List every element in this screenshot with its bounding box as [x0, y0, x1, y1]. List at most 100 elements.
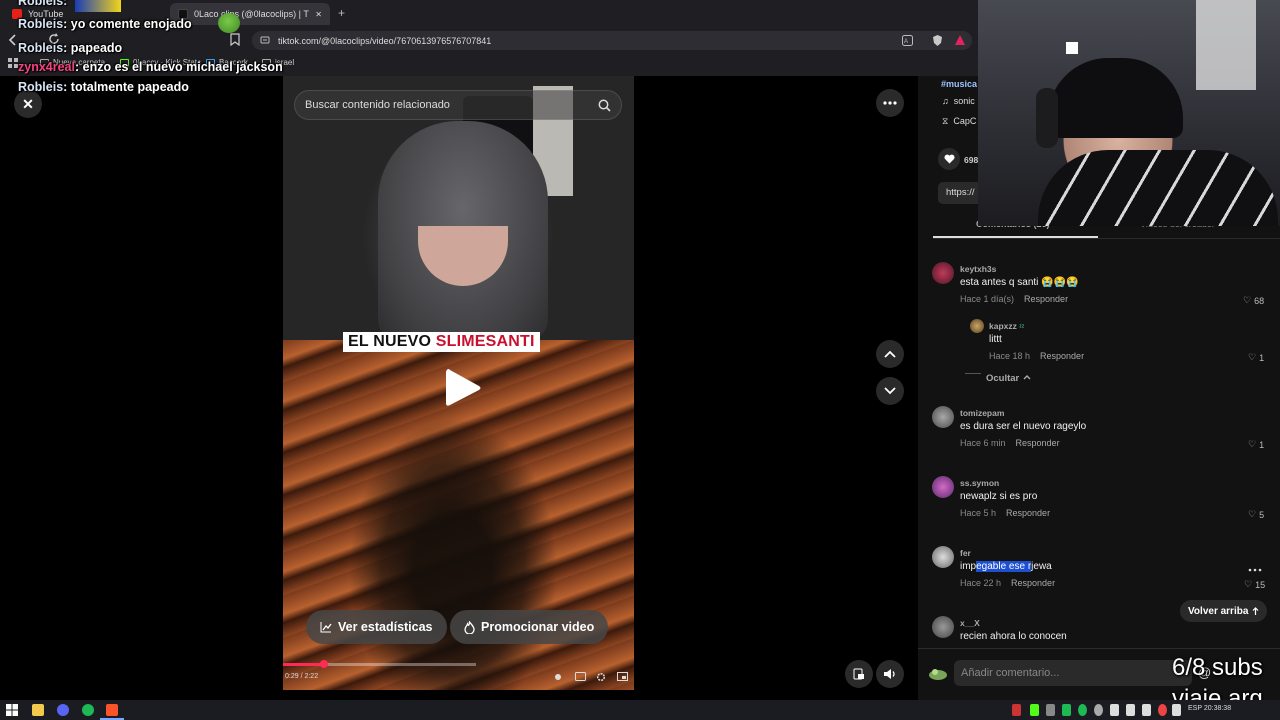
comment-username[interactable]: tomizepam	[960, 408, 1004, 418]
more-options-button[interactable]	[876, 89, 904, 117]
tray-icon[interactable]	[1046, 704, 1055, 716]
heart-outline-icon: ♡	[1243, 295, 1252, 305]
video-caption: EL NUEVO SLIMESANTI	[343, 332, 540, 352]
pepe-emote	[218, 13, 240, 33]
chat-emote	[75, 0, 121, 12]
chat-username: Robleis	[18, 17, 64, 31]
file-explorer-icon[interactable]	[32, 704, 44, 716]
windows-start-icon[interactable]	[6, 704, 18, 716]
site-info-icon[interactable]	[260, 35, 270, 45]
next-video-button[interactable]	[876, 377, 904, 405]
translate-icon[interactable]: A	[902, 35, 913, 46]
progress-fill	[283, 663, 324, 666]
comment-username[interactable]: ss.symon	[960, 478, 999, 488]
discord-icon[interactable]	[57, 704, 69, 716]
bookmark-icon[interactable]	[230, 33, 240, 46]
capcut-row[interactable]: ⧖ CapC	[942, 116, 976, 127]
music-label: sonic	[953, 96, 975, 106]
new-tab-button[interactable]: +	[338, 6, 345, 20]
reply-button[interactable]: Responder	[1006, 508, 1050, 518]
comment-text: littt	[989, 334, 1002, 345]
comment-username[interactable]: kapxzz ᶻᶻ	[989, 321, 1024, 331]
url-text[interactable]: tiktok.com/@0lacoclips/video/76706139765…	[278, 36, 491, 46]
poster	[1196, 0, 1256, 90]
comment-username[interactable]: keytxh3s	[960, 264, 996, 274]
brave-shield-icon[interactable]	[932, 34, 943, 47]
pip-button[interactable]	[845, 660, 873, 688]
windows-taskbar	[0, 700, 1280, 720]
autoscroll-icon[interactable]	[553, 672, 565, 682]
tray-icon[interactable]	[1062, 704, 1071, 716]
like-count: 698	[964, 155, 979, 165]
tray-icon[interactable]	[1142, 704, 1151, 716]
avatar[interactable]	[932, 546, 954, 568]
view-stats-button[interactable]: Ver estadísticas	[306, 610, 447, 644]
comment-username[interactable]: fer	[960, 548, 971, 558]
play-icon[interactable]	[443, 366, 483, 410]
comment-time: Hace 22 h	[960, 578, 1002, 588]
address-bar[interactable]: tiktok.com/@0lacoclips/video/76706139765…	[252, 31, 972, 50]
brave-rewards-icon[interactable]	[954, 34, 966, 46]
divider	[933, 238, 1280, 239]
progress-handle[interactable]	[319, 660, 328, 668]
search-icon[interactable]	[598, 99, 611, 112]
comment-meta: Hace 18 h Responder	[989, 351, 1084, 361]
capcut-label: CapC	[953, 116, 977, 126]
comment-meta: Hace 6 min Responder	[960, 438, 1060, 448]
tray-icon[interactable]	[1012, 704, 1021, 716]
comment-username[interactable]: x__X	[960, 618, 980, 628]
taskbar-clock[interactable]: ESP 20:38:38	[1188, 705, 1231, 712]
brave-icon[interactable]	[106, 704, 118, 716]
hide-replies-button[interactable]: Ocultar	[986, 373, 1031, 384]
volume-button[interactable]	[876, 660, 904, 688]
settings-icon[interactable]	[596, 672, 608, 682]
tray-icon[interactable]	[1030, 704, 1039, 716]
reply-button[interactable]: Responder	[1024, 294, 1068, 304]
comment-more-icon[interactable]	[1248, 568, 1262, 572]
tray-icon[interactable]	[1158, 704, 1167, 716]
reply-button[interactable]: Responder	[1016, 438, 1060, 448]
comment-like[interactable]: ♡ 5	[1248, 509, 1264, 520]
volume-tray-icon[interactable]	[1110, 704, 1119, 716]
comment-like[interactable]: ♡ 15	[1244, 579, 1265, 590]
miniplayer-icon[interactable]	[617, 672, 629, 682]
comment-input[interactable]: Añadir comentario... @	[954, 660, 1211, 686]
like-count: 68	[1254, 295, 1265, 306]
avatar[interactable]	[932, 476, 954, 498]
apps-grid-icon[interactable]	[8, 58, 18, 68]
hashtag-text[interactable]: #musica	[941, 79, 977, 89]
tray-icon[interactable]	[1094, 704, 1103, 716]
progress-bar[interactable]	[283, 660, 476, 668]
comment-like[interactable]: ♡ 68	[1243, 295, 1264, 306]
avatar[interactable]	[970, 319, 984, 333]
network-tray-icon[interactable]	[1126, 704, 1135, 716]
close-button[interactable]: ✕	[14, 90, 42, 118]
music-row[interactable]: ♫ sonic	[942, 96, 975, 106]
related-search-input[interactable]: Buscar contenido relacionado	[294, 90, 622, 120]
language-indicator[interactable]: ESP	[1188, 705, 1202, 712]
avatar[interactable]	[932, 616, 954, 638]
comment-like[interactable]: ♡ 1	[1248, 439, 1264, 450]
chevron-down-icon	[884, 387, 896, 395]
username-text: kapxzz	[989, 321, 1017, 331]
comment-like[interactable]: ♡ 1	[1248, 352, 1264, 363]
back-to-top-button[interactable]: Volver arriba	[1180, 600, 1268, 622]
spotify-icon[interactable]	[82, 704, 94, 716]
subs-counter: 6/8 subs	[1172, 654, 1263, 681]
tray-icon[interactable]	[1078, 704, 1087, 716]
promote-video-button[interactable]: Promocionar video	[450, 610, 609, 644]
reply-button[interactable]: Responder	[1011, 578, 1055, 588]
tray-icon[interactable]	[1172, 704, 1181, 716]
captions-icon[interactable]	[575, 672, 587, 682]
video-player[interactable]: Buscar contenido relacionado EL NUEVO SL…	[283, 76, 634, 690]
tab-tiktok[interactable]: 0Laco clips (@0lacoclips) | TikTok ✕	[170, 3, 330, 25]
back-icon[interactable]	[8, 34, 18, 46]
like-button[interactable]	[938, 148, 960, 170]
avatar[interactable]	[932, 262, 954, 284]
avatar[interactable]	[932, 406, 954, 428]
light	[1066, 42, 1078, 54]
close-tab-icon[interactable]: ✕	[315, 10, 322, 19]
hair	[1048, 58, 1183, 138]
reply-button[interactable]: Responder	[1040, 351, 1084, 361]
previous-video-button[interactable]	[876, 340, 904, 368]
